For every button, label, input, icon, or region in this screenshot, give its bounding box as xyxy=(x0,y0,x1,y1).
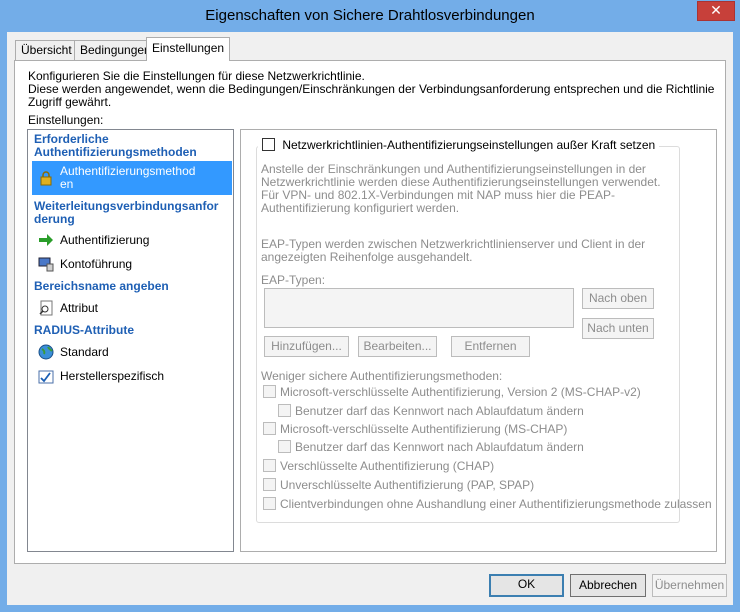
nav-item-label: Herstellerspezifisch xyxy=(60,369,165,383)
no-negotiation-checkbox-row[interactable]: Clientverbindungen ohne Aushandlung eine… xyxy=(263,497,712,511)
mschap-password-change-label: Benutzer darf das Kennwort nach Ablaufda… xyxy=(295,440,584,454)
settings-nav: Erforderliche Authentifizierungsmethoden… xyxy=(27,129,234,552)
mschapv2-checkbox[interactable] xyxy=(263,385,276,398)
mschap-password-change-row[interactable]: Benutzer darf das Kennwort nach Ablaufda… xyxy=(278,440,584,454)
settings-label: Einstellungen: xyxy=(28,113,104,127)
nav-header-realm: Bereichsname angeben xyxy=(34,279,169,293)
chap-checkbox-row[interactable]: Verschlüsselte Authentifizierung (CHAP) xyxy=(263,459,494,473)
mschapv2-checkbox-row[interactable]: Microsoft-verschlüsselte Authentifizieru… xyxy=(263,385,641,399)
title-bar: Eigenschaften von Sichere Drahtlosverbin… xyxy=(0,0,740,32)
move-down-button[interactable]: Nach unten xyxy=(582,318,654,339)
nav-item-label: Attribut xyxy=(60,301,99,315)
tab-einstellungen[interactable]: Einstellungen xyxy=(146,37,231,61)
lock-icon xyxy=(40,171,52,186)
override-description: Anstelle der Einschränkungen und Authent… xyxy=(261,162,661,215)
ok-button[interactable]: OK xyxy=(489,574,564,597)
no-negotiation-label: Clientverbindungen ohne Aushandlung eine… xyxy=(280,497,712,511)
tab-bedingungen[interactable]: Bedingungen xyxy=(74,40,157,60)
nav-item-label: Kontoführung xyxy=(60,257,133,271)
mschap-checkbox[interactable] xyxy=(263,422,276,435)
pap-checkbox[interactable] xyxy=(263,478,276,491)
add-button[interactable]: Hinzufügen... xyxy=(264,336,349,357)
mschapv2-password-change-row[interactable]: Benutzer darf das Kennwort nach Ablaufda… xyxy=(278,404,584,418)
eap-types-label: EAP-Typen: xyxy=(261,273,326,287)
eap-types-list[interactable] xyxy=(264,288,574,328)
close-button[interactable]: ✕ xyxy=(697,1,735,21)
cancel-button[interactable]: Abbrechen xyxy=(570,574,646,597)
nav-item-attribut[interactable]: Attribut xyxy=(32,297,232,319)
remove-button[interactable]: Entfernen xyxy=(451,336,530,357)
mschap-label: Microsoft-verschlüsselte Authentifizieru… xyxy=(280,422,568,436)
nav-item-label: Standard xyxy=(60,345,109,359)
apply-button[interactable]: Übernehmen xyxy=(652,574,727,597)
nav-item-label: Authentifizierung xyxy=(60,233,150,247)
mschap-checkbox-row[interactable]: Microsoft-verschlüsselte Authentifizieru… xyxy=(263,422,567,436)
magnifier-page-icon xyxy=(39,300,53,316)
arrow-right-icon xyxy=(39,234,53,246)
tab-page-einstellungen: Konfigurieren Sie die Einstellungen für … xyxy=(14,60,726,564)
dialog-client: Übersicht Bedingungen Einstellungen Konf… xyxy=(7,32,733,605)
mschap-password-change-checkbox[interactable] xyxy=(278,440,291,453)
dialog-window: Eigenschaften von Sichere Drahtlosverbin… xyxy=(0,0,740,612)
description-line-2: Diese werden angewendet, wenn die Beding… xyxy=(28,82,715,109)
less-secure-methods-label: Weniger sichere Authentifizierungsmethod… xyxy=(261,369,503,383)
nav-header-forwarding: Weiterleitungsverbindungsanforderung xyxy=(34,199,219,226)
mschapv2-password-change-label: Benutzer darf das Kennwort nach Ablaufda… xyxy=(295,404,584,418)
mschapv2-password-change-checkbox[interactable] xyxy=(278,404,291,417)
nav-item-herstellerspezifisch[interactable]: Herstellerspezifisch xyxy=(32,365,232,387)
page-description: Konfigurieren Sie die Einstellungen für … xyxy=(28,70,725,109)
no-negotiation-checkbox[interactable] xyxy=(263,497,276,510)
tab-uebersicht[interactable]: Übersicht xyxy=(15,40,78,60)
nav-header-radius: RADIUS-Attribute xyxy=(34,323,134,337)
override-checkbox[interactable] xyxy=(262,138,275,152)
nav-item-authentifizierung[interactable]: Authentifizierung xyxy=(32,229,232,251)
computer-icon xyxy=(38,257,54,272)
nav-item-auth-methods[interactable]: Authentifizierungsmethoden xyxy=(32,161,232,195)
edit-button[interactable]: Bearbeiten... xyxy=(358,336,437,357)
chap-checkbox[interactable] xyxy=(263,459,276,472)
nav-header-required-methods: Erforderliche Authentifizierungsmethoden xyxy=(34,132,197,159)
checklist-icon xyxy=(38,370,54,384)
pap-checkbox-row[interactable]: Unverschlüsselte Authentifizierung (PAP,… xyxy=(263,478,534,492)
nav-item-standard[interactable]: Standard xyxy=(32,341,232,363)
mschapv2-label: Microsoft-verschlüsselte Authentifizieru… xyxy=(280,385,641,399)
chap-label: Verschlüsselte Authentifizierung (CHAP) xyxy=(280,459,495,473)
override-checkbox-row[interactable]: Netzwerkrichtlinien-Authentifizierungsei… xyxy=(258,137,660,152)
nav-item-kontofuehrung[interactable]: Kontoführung xyxy=(32,253,232,275)
move-up-button[interactable]: Nach oben xyxy=(582,288,654,309)
eap-description: EAP-Typen werden zwischen Netzwerkrichtl… xyxy=(261,237,646,264)
globe-icon xyxy=(38,344,54,360)
window-title: Eigenschaften von Sichere Drahtlosverbin… xyxy=(205,7,535,24)
override-label: Netzwerkrichtlinien-Authentifizierungsei… xyxy=(282,137,656,152)
pap-label: Unverschlüsselte Authentifizierung (PAP,… xyxy=(280,478,535,492)
nav-item-label: Authentifizierungsmethoden xyxy=(60,164,196,191)
settings-content-panel: Netzwerkrichtlinien-Authentifizierungsei… xyxy=(240,129,717,552)
